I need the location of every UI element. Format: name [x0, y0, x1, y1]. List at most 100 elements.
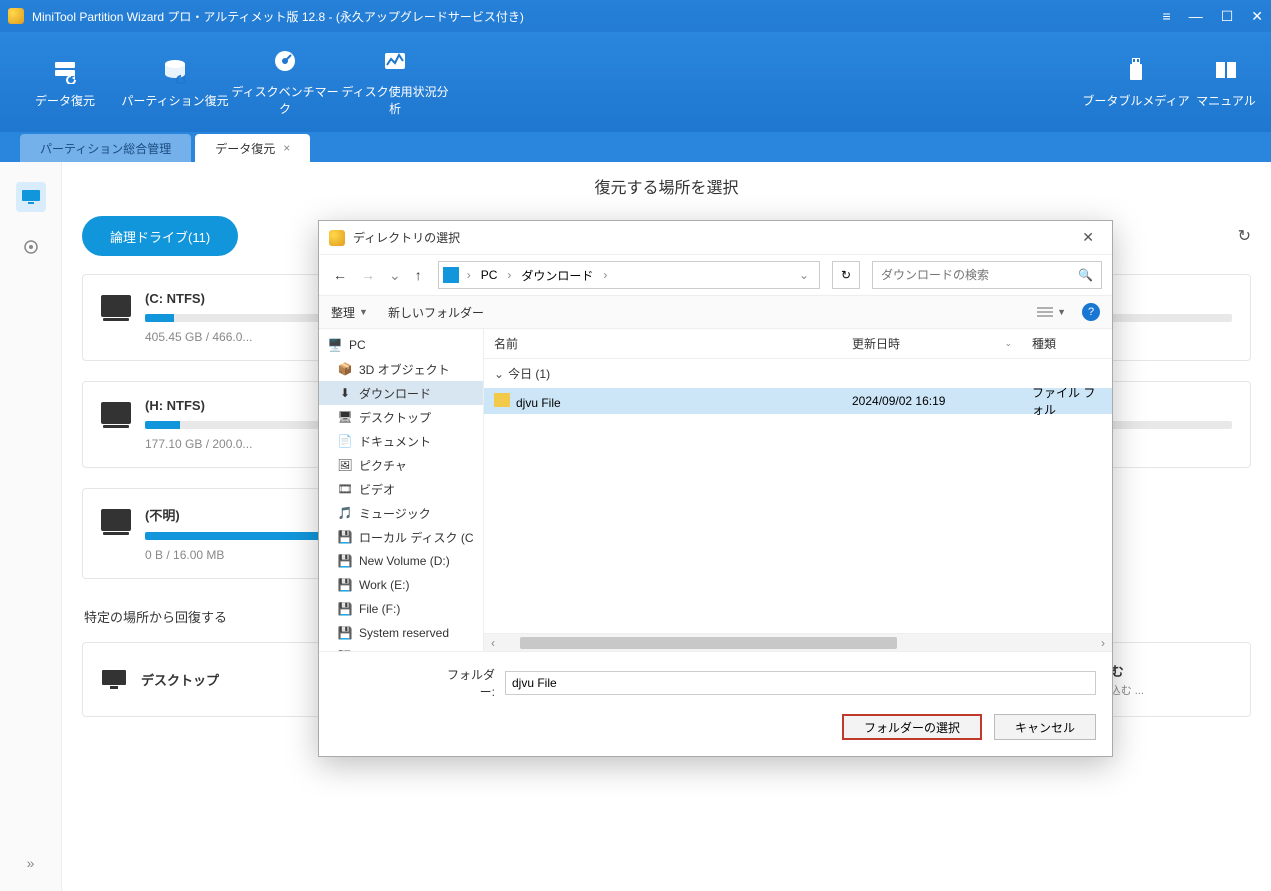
place-label: デスクトップ — [141, 670, 219, 689]
tree-item[interactable]: 💾 ローカル ディスク (C — [319, 525, 483, 549]
data-recovery-icon — [51, 56, 79, 84]
nav-back-icon[interactable]: ← — [329, 263, 351, 287]
nav-forward-icon: → — [357, 263, 379, 287]
tree-item[interactable]: 💾File (F:) — [319, 597, 483, 621]
disk-icon: 💾 — [337, 530, 353, 544]
nav-recent-icon[interactable]: ⌄ — [385, 263, 405, 288]
tree-item-label: ダウンロード — [359, 385, 431, 402]
maximize-button[interactable]: ☐ — [1221, 8, 1234, 25]
dialog-footer: フォルダー: フォルダーの選択 キャンセル — [319, 651, 1112, 756]
folder-input[interactable] — [505, 671, 1096, 695]
ribbon-disk-usage[interactable]: ディスク使用状況分析 — [340, 42, 450, 122]
tab-bar: パーティション総合管理 データ復元 × — [0, 132, 1271, 162]
group-today[interactable]: ⌄今日 (1) — [484, 359, 1112, 388]
tree-item[interactable]: 📄ドキュメント — [319, 429, 483, 453]
folder-label: フォルダー: — [435, 666, 495, 700]
column-date[interactable]: 更新日時⌄ — [842, 335, 1022, 352]
select-folder-button[interactable]: フォルダーの選択 — [842, 714, 982, 740]
tree-item-label: PC — [349, 338, 366, 352]
book-icon — [1212, 56, 1240, 84]
ribbon-partition-recovery[interactable]: パーティション復元 — [120, 42, 230, 122]
ribbon-data-recovery[interactable]: データ復元 — [10, 42, 120, 122]
tab-data-recovery[interactable]: データ復元 × — [195, 134, 310, 162]
ribbon-benchmark[interactable]: ディスクベンチマーク — [230, 42, 340, 122]
file-name: djvu File — [516, 396, 561, 410]
organize-menu[interactable]: 整理▼ — [331, 304, 368, 321]
tree-item[interactable]: 🖥デスクトップ — [319, 405, 483, 429]
scrollbar-thumb[interactable] — [520, 637, 897, 649]
tab-label: データ復元 — [215, 140, 275, 157]
tree-item[interactable]: 🖼ピクチャ — [319, 453, 483, 477]
column-headers: 名前 更新日時⌄ 種類 — [484, 329, 1112, 359]
disk-usage-icon — [381, 47, 409, 75]
dialog-toolbar: 整理▼ 新しいフォルダー ▼ ? — [319, 295, 1112, 329]
logical-drives-button[interactable]: 論理ドライブ(11) — [82, 216, 238, 256]
dialog-icon — [329, 230, 345, 246]
desktop-icon — [101, 667, 127, 693]
music-icon: 🎵 — [337, 506, 353, 520]
tree-item[interactable]: 💾 New Volume (D:) — [319, 549, 483, 573]
titlebar: MiniTool Partition Wizard プロ・アルティメット版 12… — [0, 0, 1271, 32]
tree-item-label: ピクチャ — [359, 457, 407, 474]
sidebar-settings-icon[interactable] — [16, 232, 46, 262]
crumb-downloads[interactable]: ダウンロード — [515, 265, 599, 286]
pc-icon: 🖥️ — [327, 338, 343, 352]
ribbon-label: ブータブルメディア — [1082, 92, 1189, 109]
ribbon-manual[interactable]: マニュアル — [1191, 42, 1261, 122]
down-icon: ⬇ — [337, 386, 353, 400]
tree-item[interactable]: 💾System reserved — [319, 621, 483, 645]
new-folder-button[interactable]: 新しいフォルダー — [388, 304, 484, 321]
chevron-right-icon[interactable]: › — [505, 268, 513, 282]
tree-item-label: File (F:) — [359, 602, 400, 616]
folder-tree[interactable]: 🖥️ PC 📦3D オブジェクト ⬇ ダウンロード 🖥デスクトップ📄ドキュメント🖼ピクチャ… — [319, 329, 484, 651]
sidebar-monitor-icon[interactable] — [16, 182, 46, 212]
column-name[interactable]: 名前 — [484, 335, 842, 352]
ribbon-bootable-media[interactable]: ブータブルメディア — [1081, 42, 1191, 122]
nav-up-icon[interactable]: ↑ — [411, 263, 426, 287]
drive-icon — [101, 509, 131, 531]
tree-item[interactable]: ⬇ ダウンロード — [319, 381, 483, 405]
view-menu[interactable]: ▼ — [1037, 306, 1066, 318]
tree-item[interactable]: 🖥️ PC — [319, 333, 483, 357]
drive-icon — [101, 295, 131, 317]
folder-icon — [494, 393, 510, 407]
tab-close-icon[interactable]: × — [283, 141, 290, 155]
file-type: ファイル フォル — [1022, 384, 1112, 418]
tree-item-label: Work (E:) — [359, 578, 409, 592]
tree-item[interactable]: 🎞ビデオ — [319, 477, 483, 501]
tree-item[interactable]: 📦3D オブジェクト — [319, 357, 483, 381]
dialog-close-icon[interactable]: ✕ — [1074, 225, 1102, 250]
search-box[interactable]: 🔍 — [872, 261, 1102, 289]
benchmark-icon — [271, 47, 299, 75]
chevron-down-icon: ▼ — [1057, 307, 1066, 317]
chevron-right-icon[interactable]: › — [601, 268, 609, 282]
ribbon-label: ディスクベンチマーク — [230, 83, 340, 117]
search-input[interactable] — [881, 268, 1078, 282]
tab-partition-management[interactable]: パーティション総合管理 — [20, 134, 191, 162]
menu-icon[interactable]: ≡ — [1163, 8, 1171, 25]
disk-icon: 💾 — [337, 554, 353, 568]
tree-item[interactable]: 💾Work (E:) — [319, 573, 483, 597]
chevron-right-icon[interactable]: › — [465, 268, 473, 282]
tree-item-label: System reserved — [359, 626, 449, 640]
nav-refresh-icon[interactable]: ↻ — [832, 261, 860, 289]
breadcrumb[interactable]: › PC › ダウンロード › ⌄ — [438, 261, 820, 289]
tree-item-label: ローカル ディスク (C — [359, 529, 474, 546]
file-row[interactable]: djvu File 2024/09/02 16:19 ファイル フォル — [484, 388, 1112, 414]
horizontal-scrollbar[interactable]: ‹ › — [484, 633, 1112, 651]
help-icon[interactable]: ? — [1082, 303, 1100, 321]
column-type[interactable]: 種類 — [1022, 335, 1112, 352]
doc-icon: 📄 — [337, 434, 353, 448]
sidebar-expand-icon[interactable]: » — [27, 855, 35, 871]
scroll-left-icon[interactable]: ‹ — [484, 636, 502, 650]
minimize-button[interactable]: — — [1189, 8, 1203, 25]
ribbon-label: データ復元 — [35, 92, 95, 109]
crumb-dropdown-icon[interactable]: ⌄ — [793, 268, 815, 282]
tree-item-label: New Volume (D:) — [359, 554, 450, 568]
refresh-icon[interactable]: ↻ — [1238, 226, 1251, 246]
cancel-button[interactable]: キャンセル — [994, 714, 1096, 740]
scroll-right-icon[interactable]: › — [1094, 636, 1112, 650]
tree-item[interactable]: 🎵ミュージック — [319, 501, 483, 525]
close-button[interactable]: ✕ — [1251, 8, 1263, 25]
crumb-pc[interactable]: PC — [475, 266, 504, 284]
